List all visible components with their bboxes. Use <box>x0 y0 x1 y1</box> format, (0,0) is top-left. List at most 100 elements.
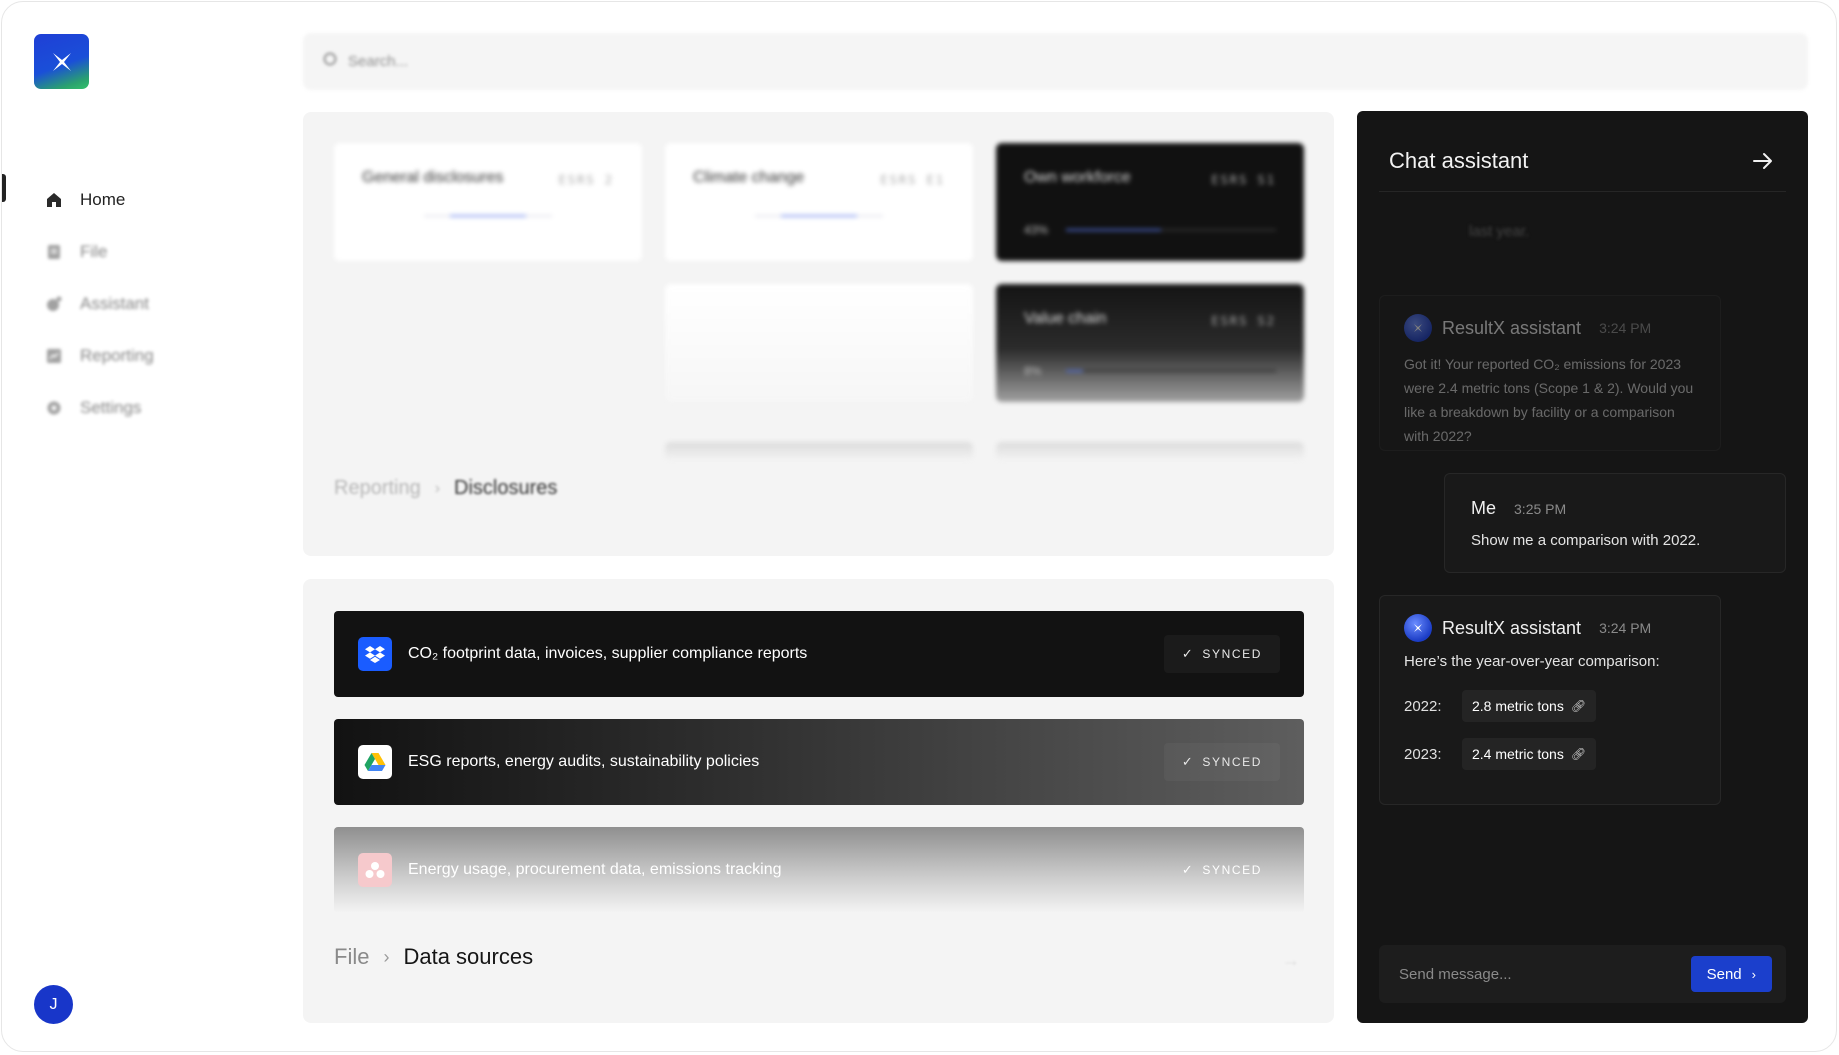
message-sender: ResultX assistant <box>1442 617 1582 638</box>
dropbox-icon <box>358 637 392 671</box>
arrow-right-icon[interactable]: → <box>1282 950 1300 971</box>
logo-x-icon <box>52 52 71 71</box>
comparison-year: 2022: <box>1404 697 1442 715</box>
chat-title: Chat assistant <box>1389 148 1529 173</box>
comparison-value-link[interactable]: 2.8 metric tons 🔗︎ <box>1462 690 1597 722</box>
sidebar-item-home[interactable]: Home <box>44 174 244 226</box>
progress-bar <box>424 215 552 217</box>
synced-badge: ✓ SYNCED <box>1163 635 1280 673</box>
message-sender: ResultX assistant <box>1442 317 1582 338</box>
google-drive-icon <box>358 745 392 779</box>
synced-badge: ✓ SYNCED <box>1164 851 1280 889</box>
chat-message-assistant: ResultX assistant 3:24 PM Here’s the yea… <box>1379 595 1721 805</box>
link-icon: 🔗︎ <box>1570 699 1587 713</box>
message-input[interactable]: Send message... <box>1399 966 1691 983</box>
search-icon <box>323 52 338 71</box>
sidebar-item-label: Reporting <box>80 346 154 365</box>
card-percent: 8% <box>1024 364 1042 378</box>
card-placeholder <box>665 284 973 402</box>
breadcrumb-current: Data sources <box>403 944 534 969</box>
active-nav-indicator <box>2 174 6 202</box>
asana-icon <box>358 853 392 887</box>
breadcrumb-parent[interactable]: File <box>334 944 369 970</box>
sidebar-item-label: Home <box>80 190 126 209</box>
progress-bar <box>1066 370 1276 372</box>
data-source-label: ESG reports, energy audits, sustainabili… <box>408 753 760 770</box>
chat-header: Chat assistant <box>1389 141 1776 181</box>
card-climate-change[interactable]: Climate change ESRS E1 <box>665 143 973 261</box>
sidebar-item-settings[interactable]: Settings <box>44 382 244 434</box>
synced-label: SYNCED <box>1202 863 1262 877</box>
card-tag: ESRS E1 <box>880 173 945 187</box>
check-icon: ✓ <box>1181 646 1195 661</box>
message-text: Got it! Your reported CO₂ emissions for … <box>1404 356 1694 444</box>
data-source-label: CO₂ footprint data, invoices, supplier c… <box>408 645 808 662</box>
card-percent: 43% <box>1024 223 1049 237</box>
sidebar-item-label: Assistant <box>80 294 149 313</box>
comparison-value: 2.4 metric tons <box>1472 746 1564 762</box>
card-value-chain[interactable]: Value chain ESRS S2 8% <box>996 284 1304 402</box>
search-input[interactable]: Search... <box>348 53 408 70</box>
data-source-row-dropbox[interactable]: CO₂ footprint data, invoices, supplier c… <box>334 611 1304 697</box>
comparison-year: 2023: <box>1404 745 1442 763</box>
check-icon: ✓ <box>1181 862 1195 877</box>
app-window: Home File Assistant Reporting Settings J… <box>1 1 1837 1052</box>
data-source-row-google-drive[interactable]: ESG reports, energy audits, sustainabili… <box>334 719 1304 805</box>
comparison-row-2023: 2023: 2.4 metric tons 🔗︎ <box>1404 738 1696 770</box>
chat-divider <box>1379 191 1786 192</box>
chevron-right-icon: › <box>1751 966 1756 982</box>
chevron-right-icon: › <box>434 479 441 497</box>
arrow-right-icon[interactable] <box>1750 148 1776 174</box>
breadcrumb-current: Disclosures <box>454 477 558 499</box>
progress-bar <box>755 215 883 217</box>
message-time: 3:24 PM <box>1599 320 1652 336</box>
sidebar-nav: Home File Assistant Reporting Settings <box>44 174 244 434</box>
card-tag: ESRS S2 <box>1211 314 1276 328</box>
breadcrumb-disclosures: Reporting › Disclosures <box>334 477 557 500</box>
breadcrumb-parent[interactable]: Reporting <box>334 477 421 500</box>
send-button[interactable]: Send › <box>1690 956 1772 992</box>
comparison-row-2022: 2022: 2.8 metric tons 🔗︎ <box>1404 690 1696 722</box>
card-general-disclosures[interactable]: General disclosures ESRS 2 <box>334 143 642 261</box>
chat-input-bar[interactable]: Send message... Send › <box>1379 945 1786 1003</box>
gear-icon <box>44 398 64 418</box>
message-sender: Me <box>1471 498 1497 518</box>
message-time: 3:25 PM <box>1514 500 1567 517</box>
assistant-avatar-icon <box>1404 614 1432 642</box>
link-icon: 🔗︎ <box>1570 747 1587 761</box>
card-stub <box>665 442 973 460</box>
user-avatar[interactable]: J <box>34 985 73 1024</box>
resultx-logo[interactable] <box>34 34 89 89</box>
assistant-avatar-icon <box>1404 314 1432 342</box>
data-source-row-asana[interactable]: Energy usage, procurement data, emission… <box>334 827 1304 913</box>
chat-assistant-panel: Chat assistant last year. ResultX assist… <box>1357 111 1808 1023</box>
progress-bar <box>1066 229 1276 231</box>
data-source-label: Energy usage, procurement data, emission… <box>408 861 782 878</box>
message-text: Here’s the year-over-year comparison: <box>1404 653 1660 670</box>
message-text: Show me a comparison with 2022. <box>1471 532 1701 549</box>
synced-badge: ✓ SYNCED <box>1163 743 1280 781</box>
reporting-icon <box>44 346 64 366</box>
breadcrumb-data-sources: File › Data sources <box>334 944 533 970</box>
sidebar-item-reporting[interactable]: Reporting <box>44 330 244 382</box>
chevron-right-icon: › <box>383 946 390 967</box>
check-icon: ✓ <box>1181 754 1195 769</box>
sidebar-item-label: Settings <box>80 398 142 417</box>
faded-message-text: last year. <box>1469 223 1530 240</box>
card-tag: ESRS 2 <box>558 173 614 187</box>
sidebar-item-assistant[interactable]: Assistant <box>44 278 244 330</box>
card-stub <box>996 442 1304 460</box>
message-time: 3:24 PM <box>1599 620 1652 636</box>
sidebar-item-file[interactable]: File <box>44 226 244 278</box>
assistant-icon <box>44 294 64 314</box>
synced-label: SYNCED <box>1202 755 1262 769</box>
chat-message-assistant: ResultX assistant 3:24 PM Got it! Your r… <box>1379 295 1721 451</box>
synced-label: SYNCED <box>1202 647 1262 661</box>
card-own-workforce[interactable]: Own workforce ESRS S1 43% <box>996 143 1304 261</box>
search-bar[interactable]: Search... <box>303 33 1808 90</box>
home-icon <box>44 190 64 210</box>
chat-message-user: Me 3:25 PM Show me a comparison with 202… <box>1444 473 1786 573</box>
comparison-value: 2.8 metric tons <box>1472 698 1564 714</box>
sidebar-item-label: File <box>80 242 108 261</box>
comparison-value-link[interactable]: 2.4 metric tons 🔗︎ <box>1462 738 1597 770</box>
